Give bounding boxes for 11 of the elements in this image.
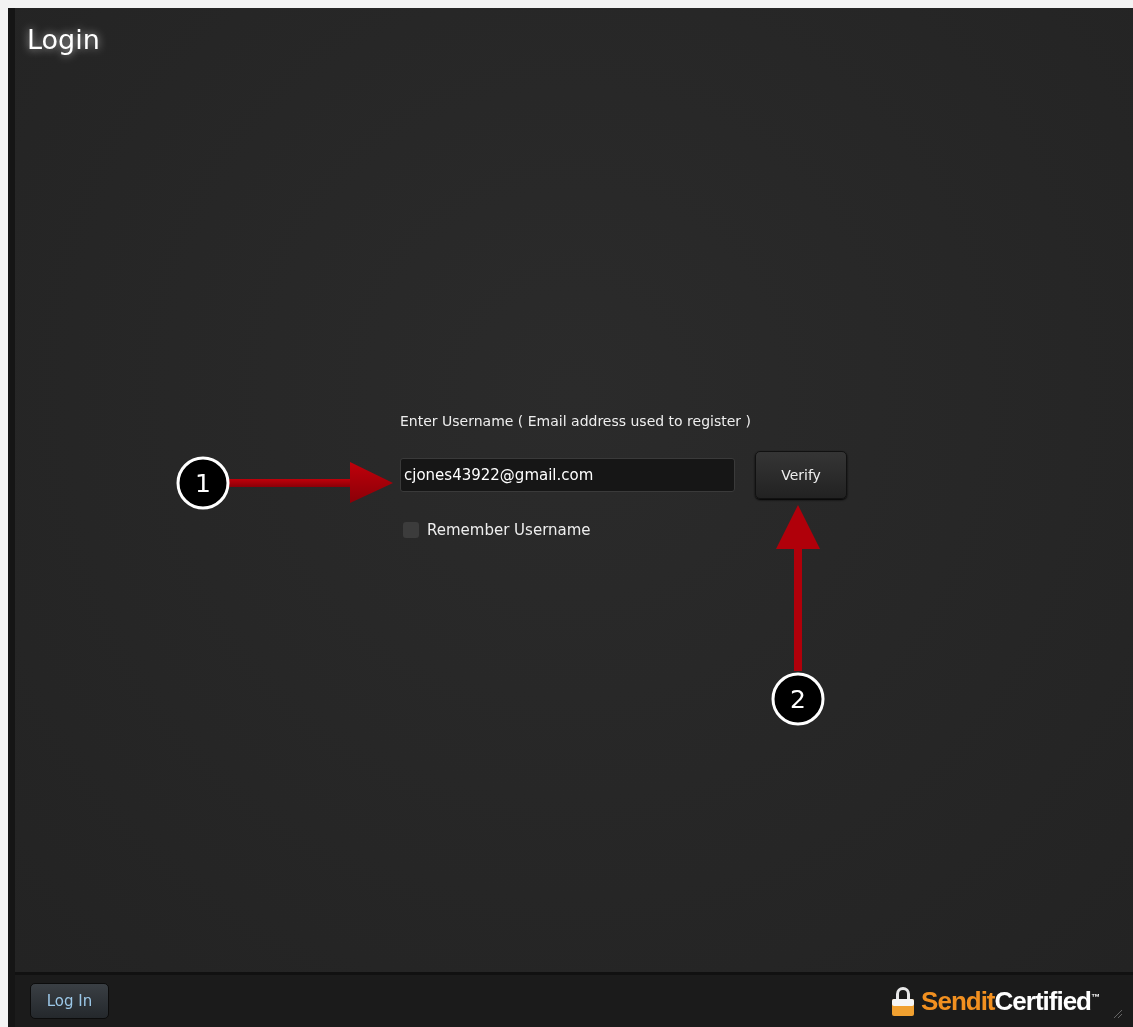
- padlock-icon: [891, 985, 916, 1017]
- window-title: Login: [27, 24, 100, 55]
- verify-button[interactable]: Verify: [755, 451, 847, 499]
- step-number-marker: 1: [176, 456, 230, 510]
- remember-label: Remember Username: [427, 521, 591, 539]
- field-label: Enter Username ( Email address used to register ): [400, 413, 753, 429]
- username-field[interactable]: cjones43922@gmail.com: [400, 458, 735, 492]
- step-number-marker: 2: [771, 672, 825, 726]
- resize-grip-icon: [1113, 1009, 1123, 1019]
- brand-logo: SenditCertified$^{™}$: [921, 985, 1099, 1017]
- login-button[interactable]: Log In: [30, 983, 109, 1019]
